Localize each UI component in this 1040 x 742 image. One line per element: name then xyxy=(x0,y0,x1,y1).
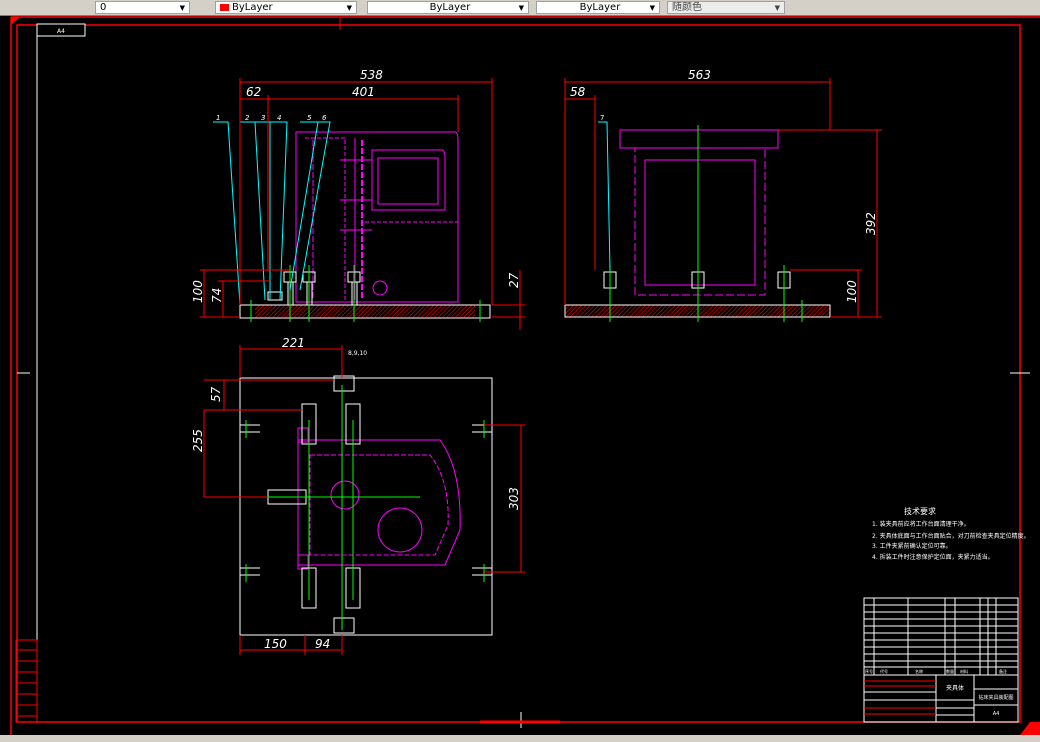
header-material: 材料 xyxy=(960,668,968,674)
plotstyle-dropdown[interactable]: 随颜色 ▼ xyxy=(667,1,785,14)
dim-401: 401 xyxy=(352,85,375,99)
sheet-label: A4 xyxy=(57,28,65,35)
layer-value: 0 xyxy=(100,2,107,13)
drawing-frame xyxy=(10,16,1040,735)
lineweight-value: ByLayer xyxy=(579,2,621,13)
dim-57: 57 xyxy=(209,386,223,402)
header-name: 名称 xyxy=(915,668,923,674)
dim-100-side: 100 xyxy=(845,280,859,303)
dim-150: 150 xyxy=(264,637,287,651)
balloon-4: 4 xyxy=(277,114,281,122)
dim-538: 538 xyxy=(360,68,383,82)
balloon-2: 2 xyxy=(245,114,250,122)
front-view: 1 2 3 4 5 6 538 62 401 100 74 27 xyxy=(191,68,525,330)
balloon-5: 5 xyxy=(307,114,312,122)
dim-58: 58 xyxy=(570,85,586,99)
chevron-down-icon: ▼ xyxy=(179,4,185,12)
balloon-3: 3 xyxy=(261,114,265,122)
chevron-down-icon: ▼ xyxy=(649,4,655,12)
balloon-8-9-10: 8,9,10 xyxy=(348,350,367,357)
layer-dropdown[interactable]: 0 ▼ xyxy=(95,1,190,14)
dim-100: 100 xyxy=(191,280,205,303)
dim-255: 255 xyxy=(191,429,205,452)
technical-requirements: 技术要求 1. 装夹具前应将工作台面清理干净。 2. 夹具体底面与工作台面贴合，… xyxy=(872,506,1030,561)
sheet-label-box: A4 xyxy=(36,23,86,37)
dim-303: 303 xyxy=(507,487,521,510)
lineweight-dropdown[interactable]: ByLayer ▼ xyxy=(536,1,660,14)
linetype-value: ByLayer xyxy=(429,2,471,13)
chevron-down-icon: ▼ xyxy=(518,4,524,12)
balloon-7: 7 xyxy=(600,114,604,122)
tech-req-title: 技术要求 xyxy=(904,506,936,516)
linetype-dropdown[interactable]: ByLayer ▼ xyxy=(367,1,529,14)
tech-req-item: 1. 装夹具前应将工作台面清理干净。 xyxy=(872,520,970,528)
properties-toolbar: 0 ▼ ByLayer ▼ ByLayer ▼ ByLayer ▼ 随颜色 ▼ xyxy=(0,0,1040,16)
part-name: 夹具体 xyxy=(946,684,964,692)
balloon-1: 1 xyxy=(216,114,220,122)
color-value: ByLayer xyxy=(232,2,273,13)
tech-req-item: 2. 夹具体底面与工作台面贴合，对刀前检查夹具定位精度。 xyxy=(872,532,1030,540)
dim-94: 94 xyxy=(315,637,330,651)
tech-req-item: 3. 工件夹紧前确认定位可靠。 xyxy=(872,542,952,550)
chevron-down-icon: ▼ xyxy=(346,4,352,12)
title-block: 序号 代号 名称 数量 材料 备注 夹具体 钻床夹具装配图 A4 xyxy=(863,597,1019,723)
dim-563: 563 xyxy=(688,68,711,82)
revision-column xyxy=(15,639,38,723)
header-code: 代号 xyxy=(880,668,888,674)
dim-74: 74 xyxy=(210,288,224,303)
header-no: 序号 xyxy=(865,668,873,674)
header-qty: 数量 xyxy=(946,668,954,674)
dim-221: 221 xyxy=(282,336,305,350)
color-swatch-icon xyxy=(220,3,229,11)
header-remarks: 备注 xyxy=(999,668,1007,674)
plotstyle-value: 随颜色 xyxy=(672,2,702,13)
drawing-name: 钻床夹具装配图 xyxy=(978,694,1013,701)
dim-27: 27 xyxy=(507,272,521,288)
cad-drawing: A4 1 2 3 4 5 6 538 62 401 100 74 27 7 56… xyxy=(10,16,1040,735)
color-dropdown[interactable]: ByLayer ▼ xyxy=(215,1,357,14)
chevron-down-icon: ▼ xyxy=(774,4,780,12)
side-view: 7 563 58 392 100 xyxy=(564,68,882,322)
tech-req-item: 4. 拆装工件时注意保护定位面，夹紧力适当。 xyxy=(872,553,994,561)
balloon-6: 6 xyxy=(322,114,327,122)
dim-62: 62 xyxy=(246,85,261,99)
dim-392: 392 xyxy=(864,212,878,235)
top-view: 8,9,10 221 57 255 303 150 94 xyxy=(191,336,525,655)
sheet-size: A4 xyxy=(993,711,1000,717)
